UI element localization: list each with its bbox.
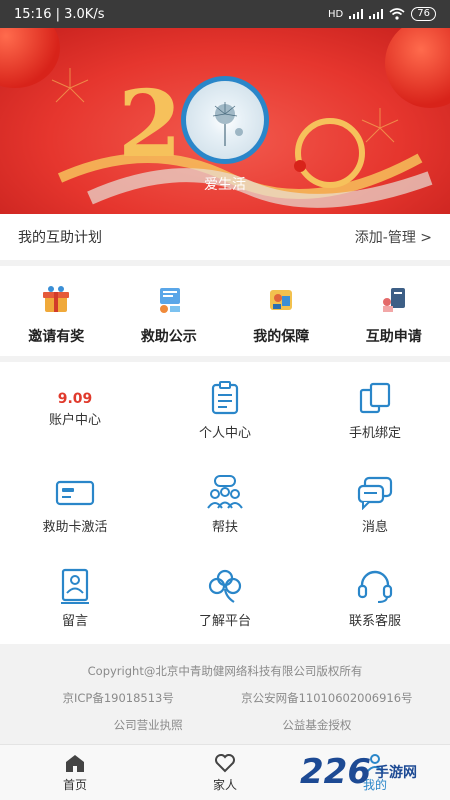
gift-icon bbox=[43, 286, 70, 312]
grid-item-label: 联系客服 bbox=[348, 613, 401, 629]
quick-action-label: 互助申请 bbox=[365, 329, 422, 345]
grid-item-label: 消息 bbox=[361, 519, 388, 535]
grid-item-label: 了解平台 bbox=[198, 613, 251, 629]
year-digit-left: 2 bbox=[118, 70, 183, 178]
footer-icp[interactable]: 京ICP备19018513号 bbox=[18, 690, 218, 706]
note-icon bbox=[55, 566, 95, 606]
account-balance-value: 9.09 bbox=[57, 390, 93, 407]
grid-item-about-platform[interactable]: 了解平台 bbox=[150, 550, 300, 644]
grid-item-label: 留言 bbox=[61, 613, 88, 629]
footer-police-record[interactable]: 京公安网备11010602006916号 bbox=[222, 690, 432, 706]
avatar[interactable] bbox=[181, 76, 269, 164]
signal-icon bbox=[349, 9, 364, 19]
grid-item-messages[interactable]: 消息 bbox=[300, 456, 450, 550]
quick-action-rescue-notice[interactable]: 救助公示 bbox=[113, 266, 226, 356]
footer-license-row: 公司营业执照 公益基金授权 bbox=[0, 717, 450, 733]
clover-icon bbox=[205, 566, 245, 606]
status-time: 15:16 bbox=[14, 6, 52, 22]
clipboard-icon bbox=[205, 378, 245, 418]
grid-item-phone-binding[interactable]: 手机绑定 bbox=[300, 362, 450, 456]
grid-item-personal-center[interactable]: 个人中心 bbox=[150, 362, 300, 456]
footer-fund-authorization-link[interactable]: 公益基金授权 bbox=[242, 717, 392, 733]
shield-icon bbox=[270, 290, 293, 310]
plan-add-manage-link[interactable]: 添加-管理 > bbox=[355, 227, 432, 247]
quick-action-label: 我的保障 bbox=[253, 329, 310, 345]
footer: Copyright@北京中青助健网络科技有限公司版权所有 京ICP备190185… bbox=[0, 650, 450, 744]
signal-hd-label: HD bbox=[328, 8, 344, 20]
status-speed: 3.0K/s bbox=[64, 6, 105, 22]
status-time-group: 15:16 | 3.0K/s bbox=[14, 6, 105, 22]
plan-title: 我的互助计划 bbox=[18, 230, 102, 246]
apply-icon bbox=[382, 288, 405, 312]
quick-action-invite[interactable]: 邀请有奖 bbox=[0, 266, 113, 356]
footer-icp-row: 京ICP备19018513号 京公安网备11010602006916号 bbox=[0, 690, 450, 706]
battery-indicator: 76 bbox=[411, 7, 436, 21]
status-bar: 15:16 | 3.0K/s HD 76 bbox=[0, 0, 450, 28]
year-digit-right: 0 bbox=[268, 86, 310, 156]
footer-business-license-link[interactable]: 公司营业执照 bbox=[58, 717, 238, 733]
grid-item-leave-message[interactable]: 留言 bbox=[0, 550, 150, 644]
grid-item-label: 手机绑定 bbox=[348, 425, 401, 441]
grid-item-label: 帮扶 bbox=[211, 519, 238, 535]
grid-item-label: 账户中心 bbox=[48, 412, 101, 428]
user-name: 爱生活 bbox=[204, 177, 246, 193]
wifi-icon bbox=[389, 8, 405, 20]
dandelion-icon bbox=[212, 102, 243, 146]
quick-actions: 邀请有奖 救助公示 我的保障 互助申请 bbox=[0, 266, 450, 356]
grid-item-customer-service[interactable]: 联系客服 bbox=[300, 550, 450, 644]
site-watermark: 226 手游网 bbox=[300, 748, 450, 796]
headset-icon bbox=[355, 566, 395, 606]
footer-copyright: Copyright@北京中青助健网络科技有限公司版权所有 bbox=[87, 664, 363, 678]
profile-banner: 2 0 爱生活 bbox=[0, 28, 450, 214]
link-icon bbox=[355, 378, 395, 418]
quick-action-aid-apply[interactable]: 互助申请 bbox=[338, 266, 450, 356]
heart-icon bbox=[215, 753, 235, 772]
tab-family[interactable]: 家人 bbox=[150, 745, 300, 800]
mutual-aid-plan-row[interactable]: 我的互助计划 添加-管理 > bbox=[0, 214, 450, 260]
grid-item-label: 救助卡激活 bbox=[42, 519, 108, 535]
status-icons: HD 76 bbox=[328, 7, 436, 21]
card-icon bbox=[55, 472, 95, 512]
grid-item-assistance[interactable]: 帮扶 bbox=[150, 456, 300, 550]
quick-action-my-protection[interactable]: 我的保障 bbox=[225, 266, 338, 356]
quick-action-label: 邀请有奖 bbox=[28, 329, 85, 345]
watermark-number: 226 bbox=[300, 752, 371, 792]
quick-action-label: 救助公示 bbox=[140, 329, 197, 345]
tab-label: 家人 bbox=[212, 777, 237, 792]
grid-item-account-center[interactable]: 9.09 账户中心 bbox=[0, 362, 150, 456]
announcement-icon bbox=[159, 288, 180, 313]
tab-label: 首页 bbox=[62, 777, 87, 792]
signal-icon-2 bbox=[369, 9, 384, 19]
watermark-text: 手游网 bbox=[374, 765, 417, 781]
grid-item-label: 个人中心 bbox=[198, 425, 251, 441]
tab-home[interactable]: 首页 bbox=[0, 745, 150, 800]
feature-grid: 9.09 账户中心 个人中心 手机绑定 救助卡激活 帮扶 消息 留言 了解平台 … bbox=[0, 362, 450, 644]
message-icon bbox=[355, 472, 395, 512]
people-icon bbox=[205, 472, 245, 512]
grid-item-card-activation[interactable]: 救助卡激活 bbox=[0, 456, 150, 550]
home-icon bbox=[66, 754, 84, 772]
